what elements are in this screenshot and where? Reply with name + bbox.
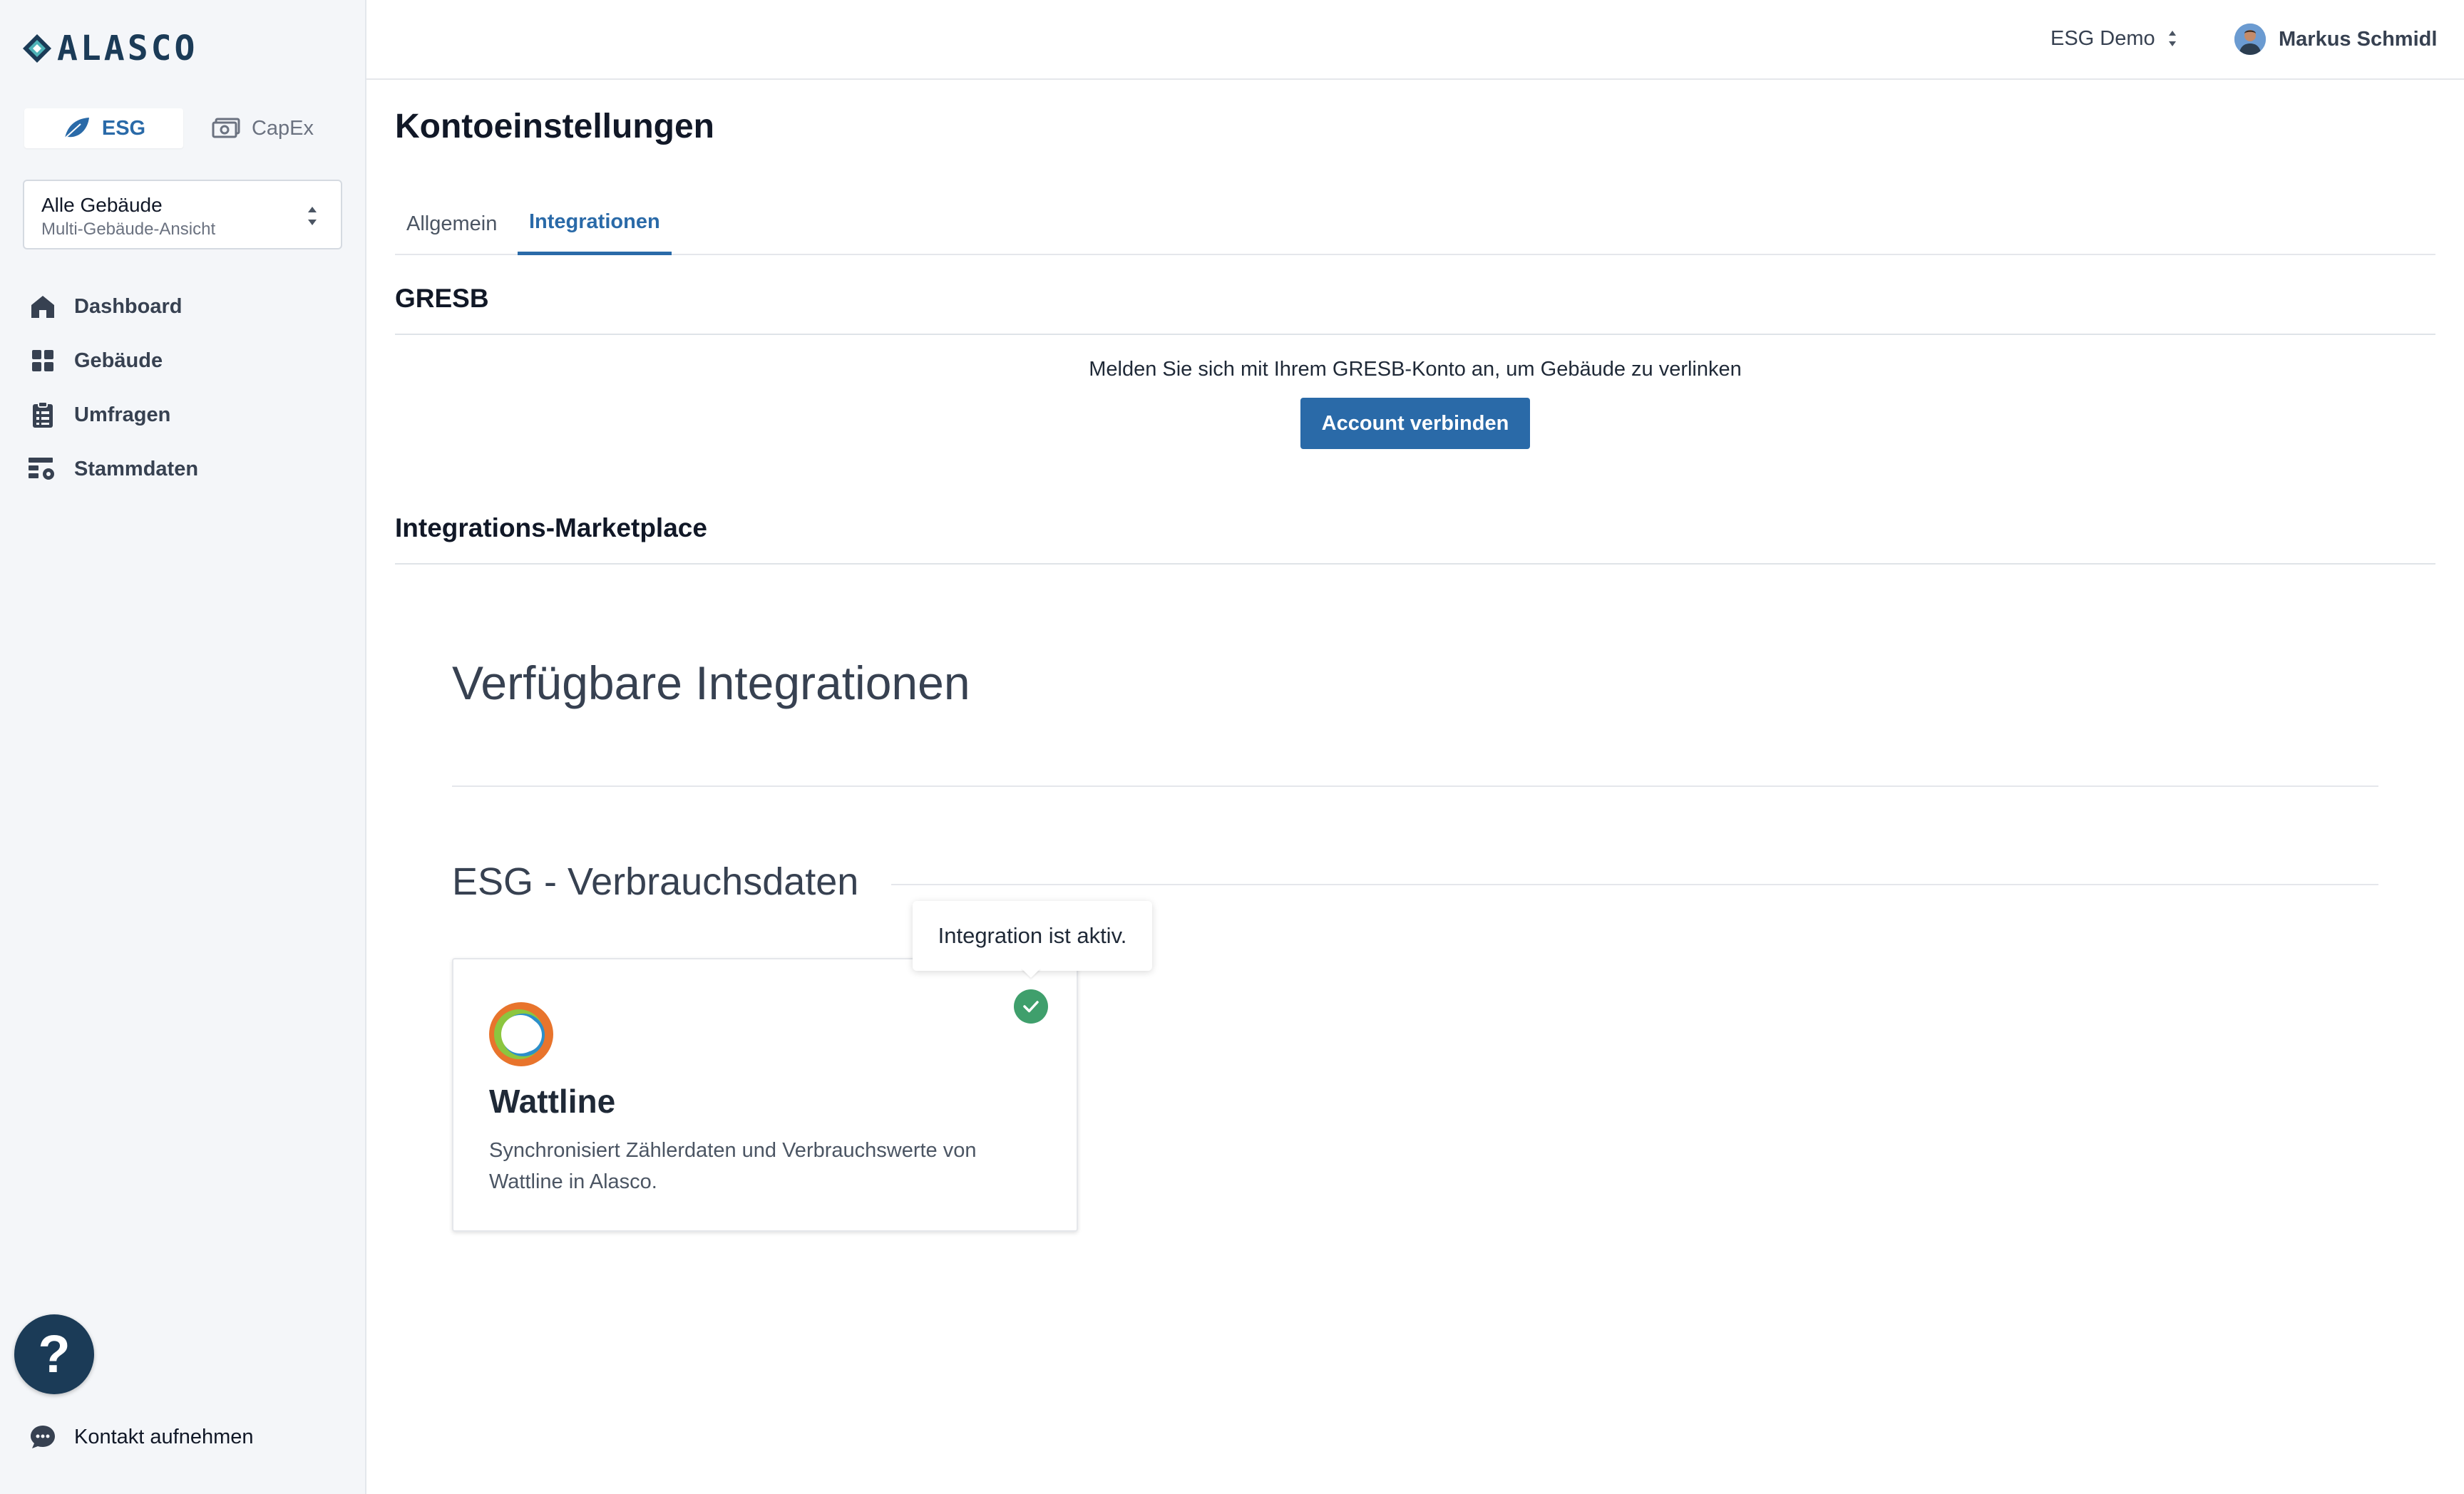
connect-account-button[interactable]: Account verbinden — [1300, 398, 1530, 449]
category-title: ESG - Verbrauchsdaten — [452, 860, 881, 904]
mode-tab-esg[interactable]: ESG — [24, 108, 183, 148]
sidebar-item-umfragen[interactable]: Umfragen — [0, 388, 366, 442]
grid-icon — [29, 346, 57, 375]
mode-tab-capex[interactable]: CapEx — [183, 108, 342, 148]
tooltip-arrow — [1021, 968, 1041, 978]
available-integrations-title: Verfügbare Integrationen — [452, 656, 970, 709]
sidebar-item-label: Umfragen — [74, 403, 171, 426]
tab-allgemein[interactable]: Allgemein — [395, 192, 508, 255]
user-menu[interactable]: Markus Schmidl — [2234, 23, 2437, 56]
sidebar-item-label: Stammdaten — [74, 457, 199, 480]
alasco-logo-mark — [23, 34, 51, 63]
sidebar-item-dashboard[interactable]: Dashboard — [0, 279, 366, 334]
help-button[interactable]: ? — [14, 1314, 94, 1394]
org-name: ESG Demo — [2050, 26, 2155, 50]
avatar — [2234, 24, 2266, 55]
sidebar-item-label: Gebäude — [74, 349, 163, 372]
app-root: ALASCO ESG CapEx Alle Gebäude Multi-Gebä… — [0, 0, 2464, 1494]
sidebar-item-stammdaten[interactable]: Stammdaten — [0, 442, 366, 496]
alasco-logo[interactable]: ALASCO — [21, 31, 197, 66]
settings-table-icon — [29, 455, 57, 483]
card-description: Synchronisiert Zählerdaten und Verbrauch… — [489, 1139, 977, 1193]
mode-switch: ESG CapEx — [24, 108, 342, 148]
logo-text: ALASCO — [57, 29, 198, 68]
sidebar-nav: Dashboard Gebäude Umfragen Stammdaten — [0, 279, 366, 496]
select-arrows-icon — [308, 207, 317, 225]
sidebar: ALASCO ESG CapEx Alle Gebäude Multi-Gebä… — [0, 0, 366, 1494]
divider — [452, 785, 2378, 787]
gresb-description: Melden Sie sich mit Ihrem GRESB-Konto an… — [1089, 358, 1742, 381]
contact-label: Kontakt aufnehmen — [74, 1425, 254, 1448]
chat-icon — [31, 1426, 55, 1448]
page-title: Kontoeinstellungen — [395, 108, 714, 145]
check-circle-icon[interactable] — [1014, 989, 1048, 1024]
gresb-heading: GRESB — [395, 284, 2435, 335]
contact-link[interactable]: Kontakt aufnehmen — [29, 1421, 254, 1453]
sidebar-item-gebaeude[interactable]: Gebäude — [0, 334, 366, 388]
select-arrows-icon — [2168, 31, 2176, 46]
sidebar-item-label: Dashboard — [74, 294, 183, 318]
topbar: ESG Demo Markus Schmidl — [366, 0, 2464, 80]
clipboard-icon — [29, 401, 57, 429]
mode-label-esg: ESG — [101, 116, 146, 140]
leaf-icon — [64, 118, 89, 139]
tab-integrationen[interactable]: Integrationen — [518, 192, 672, 255]
building-select[interactable]: Alle Gebäude Multi-Gebäude-Ansicht — [23, 180, 342, 249]
status-tooltip: Integration ist aktiv. — [913, 901, 1152, 971]
integration-card-wattline[interactable]: Wattline Synchronisiert Zählerdaten und … — [452, 958, 1078, 1232]
card-title: Wattline — [489, 1083, 616, 1120]
org-select[interactable]: ESG Demo — [2050, 24, 2178, 53]
help-question-icon: ? — [38, 1324, 71, 1384]
wattline-logo — [489, 1002, 553, 1066]
marketplace-heading: Integrations-Marketplace — [395, 513, 2435, 565]
building-select-title: Alle Gebäude — [41, 194, 163, 216]
money-icon — [212, 118, 240, 138]
home-icon — [29, 292, 57, 321]
building-select-subtitle: Multi-Gebäude-Ansicht — [41, 220, 216, 239]
mode-label-capex: CapEx — [251, 116, 314, 140]
settings-tabs: Allgemein Integrationen — [395, 192, 2435, 255]
category-divider — [891, 884, 2378, 885]
user-name: Markus Schmidl — [2279, 27, 2438, 51]
